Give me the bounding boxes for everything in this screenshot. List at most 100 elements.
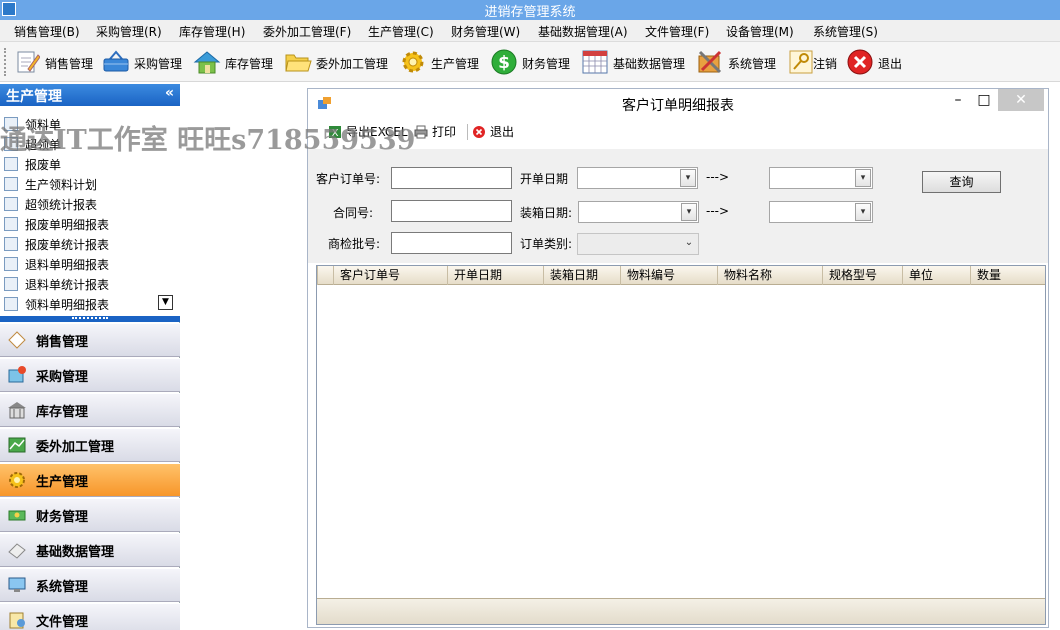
house-icon [192, 47, 222, 77]
money-icon [6, 504, 28, 526]
sidebar-item-label: 退料单明细报表 [25, 257, 110, 272]
computer-icon [6, 574, 28, 596]
col-order-no[interactable]: 客户订单号 [333, 266, 447, 285]
col-material-name[interactable]: 物料名称 [717, 266, 822, 285]
nav-finance[interactable]: 财务管理 [0, 498, 180, 532]
nav-system[interactable]: 系统管理 [0, 568, 180, 602]
col-quantity[interactable]: 数量 [970, 266, 1045, 285]
sidebar-item-label: 报废单明细报表 [25, 217, 110, 232]
menu-outsource[interactable]: 委外加工管理(F) [263, 23, 351, 40]
col-spec[interactable]: 规格型号 [822, 266, 902, 285]
menu-sales[interactable]: 销售管理(B) [14, 23, 80, 40]
sidebar-item-return-stats[interactable]: 退料单统计报表 [4, 274, 109, 294]
building-icon [6, 399, 28, 421]
row-selector-header [317, 266, 333, 285]
menu-production[interactable]: 生产管理(C) [368, 23, 434, 40]
print-button[interactable]: 打印 [414, 123, 456, 140]
print-label: 打印 [432, 125, 457, 139]
document-icon [4, 117, 18, 131]
chevron-down-icon: ⌄ [684, 237, 694, 248]
toolbar-system-label: 系统管理 [728, 57, 777, 71]
close-button[interactable]: ✕ [998, 89, 1044, 111]
order-date-from-combo[interactable]: ▾ [577, 167, 698, 189]
list-icon [4, 297, 18, 311]
collapse-icon[interactable]: « [165, 85, 174, 101]
chevron-down-icon: ▾ [855, 169, 871, 187]
report-title: 客户订单明细报表 [622, 98, 734, 114]
sidebar-item-over-requisition[interactable]: 超领单 [4, 134, 61, 154]
svg-text:X: X [332, 128, 339, 139]
toolbar-finance-label: 财务管理 [522, 57, 571, 71]
eraser-icon [6, 539, 28, 561]
sidebar-item-label: 报废单 [25, 157, 62, 172]
toolbar-grip[interactable] [4, 48, 7, 76]
menu-purchase[interactable]: 采购管理(R) [96, 23, 162, 40]
calendar-icon [580, 47, 610, 77]
sidebar-item-scrap-stats[interactable]: 报废单统计报表 [4, 234, 109, 254]
pencil-icon [12, 47, 42, 77]
menu-equipment[interactable]: 设备管理(M) [726, 23, 794, 40]
export-excel-button[interactable]: X 导出EXCEL [328, 123, 408, 140]
nav-label: 采购管理 [36, 369, 89, 385]
sidebar-item-scrap[interactable]: 报废单 [4, 154, 61, 174]
nav-label: 销售管理 [36, 334, 89, 350]
svg-text:$: $ [498, 53, 510, 73]
menu-basedata[interactable]: 基础数据管理(A) [538, 23, 628, 40]
date-range-arrow: ---> [706, 204, 730, 218]
report-toolbar: X 导出EXCEL 打印 退出 [316, 121, 1044, 143]
sidebar-item-return-detail[interactable]: 退料单明细报表 [4, 254, 109, 274]
menu-files[interactable]: 文件管理(F) [645, 23, 709, 40]
nav-inventory[interactable]: 库存管理 [0, 393, 180, 427]
sidebar-header: 生产管理 « [0, 84, 180, 106]
sidebar-item-label: 超领统计报表 [25, 197, 98, 212]
sidebar-item-label: 领料单明细报表 [25, 297, 110, 312]
menu-finance[interactable]: 财务管理(W) [451, 23, 520, 40]
nav-sales[interactable]: 销售管理 [0, 323, 180, 357]
sidebar-item-requisition-detail[interactable]: 领料单明细报表 [4, 294, 109, 314]
calculator-icon [4, 257, 18, 271]
maximize-button[interactable]: □ [974, 89, 994, 111]
report-exit-button[interactable]: 退出 [472, 123, 514, 140]
pack-date-from-combo[interactable]: ▾ [578, 201, 699, 223]
sidebar-item-scrap-detail[interactable]: 报废单明细报表 [4, 214, 109, 234]
basket-icon [101, 47, 131, 77]
nav-purchase[interactable]: 采购管理 [0, 358, 180, 392]
contract-label: 合同号: [333, 206, 374, 220]
minimize-button[interactable]: – [948, 89, 968, 111]
order-date-to-combo[interactable]: ▾ [769, 167, 873, 189]
chevron-down-icon: ▾ [681, 203, 697, 221]
nav-production[interactable]: 生产管理 [0, 463, 180, 497]
order-no-input[interactable] [391, 167, 512, 189]
nav-files[interactable]: 文件管理 [0, 603, 180, 630]
order-date-label: 开单日期 [520, 172, 569, 186]
gear-icon [6, 469, 28, 491]
report-titlebar: 客户订单明细报表 – □ ✕ [308, 89, 1048, 117]
query-form: 客户订单号: 开单日期 ▾ ---> ▾ 查询 合同号: 装箱日期: ▾ ---… [308, 149, 1048, 263]
report-exit-label: 退出 [490, 125, 515, 139]
pack-date-to-combo[interactable]: ▾ [769, 201, 873, 223]
col-order-date[interactable]: 开单日期 [447, 266, 543, 285]
sidebar-splitter[interactable] [0, 316, 180, 322]
document-icon [4, 137, 18, 151]
order-type-label: 订单类别: [520, 237, 573, 251]
sidebar-title: 生产管理 [6, 89, 62, 105]
report-grid: 客户订单号 开单日期 装箱日期 物料编号 物料名称 规格型号 单位 数量 [316, 265, 1046, 625]
main-toolbar: 销售管理 采购管理 库存管理 委外加工管理 生产管理 $ 财务管理 基础数据管理… [0, 42, 1060, 82]
sidebar-item-over-requisition-stats[interactable]: 超领统计报表 [4, 194, 97, 214]
sidebar-item-requisition-plan[interactable]: 生产领料计划 [4, 174, 97, 194]
nav-outsource[interactable]: 委外加工管理 [0, 428, 180, 462]
scroll-down-icon[interactable]: ▼ [158, 295, 173, 310]
report-icon [4, 197, 18, 211]
col-material-code[interactable]: 物料编号 [620, 266, 717, 285]
col-pack-date[interactable]: 装箱日期 [543, 266, 620, 285]
query-button[interactable]: 查询 [922, 171, 1001, 193]
col-unit[interactable]: 单位 [902, 266, 970, 285]
nav-basedata[interactable]: 基础数据管理 [0, 533, 180, 567]
menu-inventory[interactable]: 库存管理(H) [179, 23, 245, 40]
toolbar-exit-label: 退出 [878, 57, 903, 71]
inspect-batch-input[interactable] [391, 232, 512, 254]
order-type-select[interactable]: ⌄ [577, 233, 699, 255]
menu-system[interactable]: 系统管理(S) [813, 23, 878, 40]
sidebar-item-material-requisition[interactable]: 领料单 [4, 114, 61, 134]
contract-input[interactable] [391, 200, 512, 222]
